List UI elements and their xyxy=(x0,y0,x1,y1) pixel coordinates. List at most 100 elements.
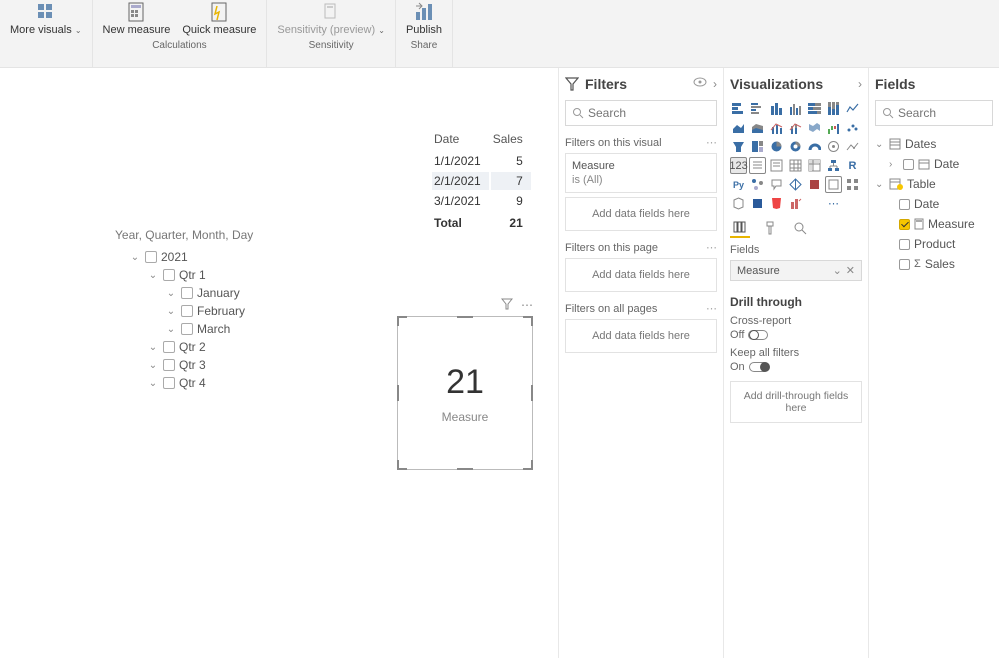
resize-handle[interactable] xyxy=(397,385,399,401)
viz-kpi-icon[interactable] xyxy=(844,138,861,155)
resize-handle[interactable] xyxy=(531,385,533,401)
filter-icon[interactable] xyxy=(501,298,513,312)
viz-ellipsis-icon[interactable]: ⋯ xyxy=(825,195,842,212)
quick-measure-button[interactable]: Quick measure xyxy=(176,0,262,38)
resize-handle[interactable] xyxy=(523,460,533,470)
viz-line-stacked-icon[interactable] xyxy=(787,119,804,136)
field-well-measure[interactable]: Measure ⌄ ✕ xyxy=(730,260,862,281)
chevron-down-icon[interactable] xyxy=(875,139,885,150)
more-options-icon[interactable]: ⋯ xyxy=(706,136,717,149)
checkbox[interactable] xyxy=(163,341,175,353)
fields-tab-icon[interactable] xyxy=(730,218,750,238)
viz-scatter-icon[interactable] xyxy=(844,119,861,136)
card-visual[interactable]: 21 Measure xyxy=(397,316,533,470)
slicer-month[interactable]: March xyxy=(115,320,395,338)
slicer-year[interactable]: 2021 xyxy=(115,248,395,266)
chevron-down-icon[interactable] xyxy=(875,179,885,190)
table-row[interactable]: 1/1/2021 5 xyxy=(432,152,531,170)
viz-decomposition-icon[interactable] xyxy=(730,195,747,212)
viz-more-icon[interactable] xyxy=(844,176,861,193)
chevron-down-icon[interactable]: ⌄ xyxy=(833,264,842,277)
collapse-pane-icon[interactable]: › xyxy=(858,77,862,91)
viz-card-icon[interactable]: 123 xyxy=(730,157,747,174)
format-tab-icon[interactable] xyxy=(760,218,780,238)
more-options-icon[interactable]: ⋯ xyxy=(706,302,717,315)
viz-100-bar-icon[interactable] xyxy=(806,100,823,117)
checkbox[interactable] xyxy=(903,159,914,170)
chevron-down-icon[interactable] xyxy=(147,360,159,371)
viz-html-icon[interactable] xyxy=(768,195,785,212)
viz-treemap-icon[interactable] xyxy=(749,138,766,155)
keep-filters-toggle[interactable]: On xyxy=(730,361,769,373)
viz-line-icon[interactable] xyxy=(844,100,861,117)
slicer-month[interactable]: January xyxy=(115,284,395,302)
analytics-tab-icon[interactable] xyxy=(790,218,810,238)
table-row[interactable]: 3/1/2021 9 xyxy=(432,192,531,210)
resize-handle[interactable] xyxy=(457,316,473,318)
chevron-down-icon[interactable] xyxy=(129,252,141,263)
viz-table-icon[interactable] xyxy=(787,157,804,174)
field-measure[interactable]: Measure xyxy=(875,214,993,234)
eye-icon[interactable] xyxy=(693,77,707,91)
table-visual[interactable]: Date Sales 1/1/2021 5 2/1/2021 7 3/1/202… xyxy=(430,128,533,234)
slicer-quarter[interactable]: Qtr 2 xyxy=(115,338,395,356)
slicer-visual[interactable]: Year, Quarter, Month, Day 2021 Qtr 1 Jan… xyxy=(115,228,395,392)
viz-multirow-card-icon[interactable] xyxy=(749,157,766,174)
filter-card-measure[interactable]: Measure is (All) xyxy=(565,153,717,193)
slicer-quarter[interactable]: Qtr 1 xyxy=(115,266,395,284)
fields-search-input[interactable] xyxy=(898,106,999,120)
more-visuals-button[interactable]: More visuals ⌄ xyxy=(4,0,88,38)
viz-key-influencers-icon[interactable] xyxy=(749,176,766,193)
table-node-dates[interactable]: Dates xyxy=(875,134,993,154)
slicer-quarter[interactable]: Qtr 3 xyxy=(115,356,395,374)
report-canvas[interactable]: Date Sales 1/1/2021 5 2/1/2021 7 3/1/202… xyxy=(0,68,559,658)
field-date[interactable]: Date xyxy=(875,194,993,214)
checkbox[interactable] xyxy=(163,377,175,389)
viz-ribbon-icon[interactable] xyxy=(806,119,823,136)
viz-arcgis-icon[interactable] xyxy=(787,176,804,193)
resize-handle[interactable] xyxy=(523,316,533,326)
viz-python-icon[interactable]: Py xyxy=(730,176,747,193)
viz-clustered-bar-icon[interactable] xyxy=(749,100,766,117)
collapse-pane-icon[interactable]: › xyxy=(713,77,717,91)
chevron-down-icon[interactable] xyxy=(147,378,159,389)
chevron-right-icon[interactable] xyxy=(889,159,899,170)
viz-custom1-icon[interactable] xyxy=(787,195,804,212)
viz-tree-chart-icon[interactable] xyxy=(825,157,842,174)
viz-waterfall-icon[interactable] xyxy=(825,119,842,136)
viz-line-column-icon[interactable] xyxy=(768,119,785,136)
viz-sparkline-icon[interactable] xyxy=(825,138,842,155)
publish-button[interactable]: Publish xyxy=(400,0,448,38)
chevron-down-icon[interactable] xyxy=(147,270,159,281)
slicer-quarter[interactable]: Qtr 4 xyxy=(115,374,395,392)
resize-handle[interactable] xyxy=(457,468,473,470)
viz-qna-icon[interactable] xyxy=(768,176,785,193)
viz-stacked-area-icon[interactable] xyxy=(749,119,766,136)
checkbox[interactable] xyxy=(163,359,175,371)
field-date-hierarchy[interactable]: Date xyxy=(875,154,993,174)
viz-stacked-column-icon[interactable] xyxy=(768,100,785,117)
viz-stacked-bar-icon[interactable] xyxy=(730,100,747,117)
new-measure-button[interactable]: New measure xyxy=(97,0,177,38)
viz-funnel-icon[interactable] xyxy=(730,138,747,155)
slicer-month[interactable]: February xyxy=(115,302,395,320)
checkbox[interactable] xyxy=(181,323,193,335)
filters-search-input[interactable] xyxy=(588,106,743,120)
field-sales[interactable]: Σ Sales xyxy=(875,254,993,274)
viz-pie-icon[interactable] xyxy=(768,138,785,155)
viz-100-column-icon[interactable] xyxy=(825,100,842,117)
resize-handle[interactable] xyxy=(397,316,407,326)
checkbox[interactable] xyxy=(899,199,910,210)
field-product[interactable]: Product xyxy=(875,234,993,254)
col-header-sales[interactable]: Sales xyxy=(491,130,531,150)
more-options-icon[interactable]: ⋯ xyxy=(706,241,717,254)
chevron-down-icon[interactable] xyxy=(165,288,177,299)
checkbox[interactable] xyxy=(163,269,175,281)
sensitivity-button[interactable]: Sensitivity (preview) ⌄ xyxy=(271,0,391,38)
filters-all-dropzone[interactable]: Add data fields here xyxy=(565,319,717,353)
chevron-down-icon[interactable] xyxy=(165,306,177,317)
more-options-icon[interactable]: ⋯ xyxy=(521,298,533,312)
viz-clustered-column-icon[interactable] xyxy=(787,100,804,117)
filters-visual-dropzone[interactable]: Add data fields here xyxy=(565,197,717,231)
checkbox[interactable] xyxy=(181,287,193,299)
